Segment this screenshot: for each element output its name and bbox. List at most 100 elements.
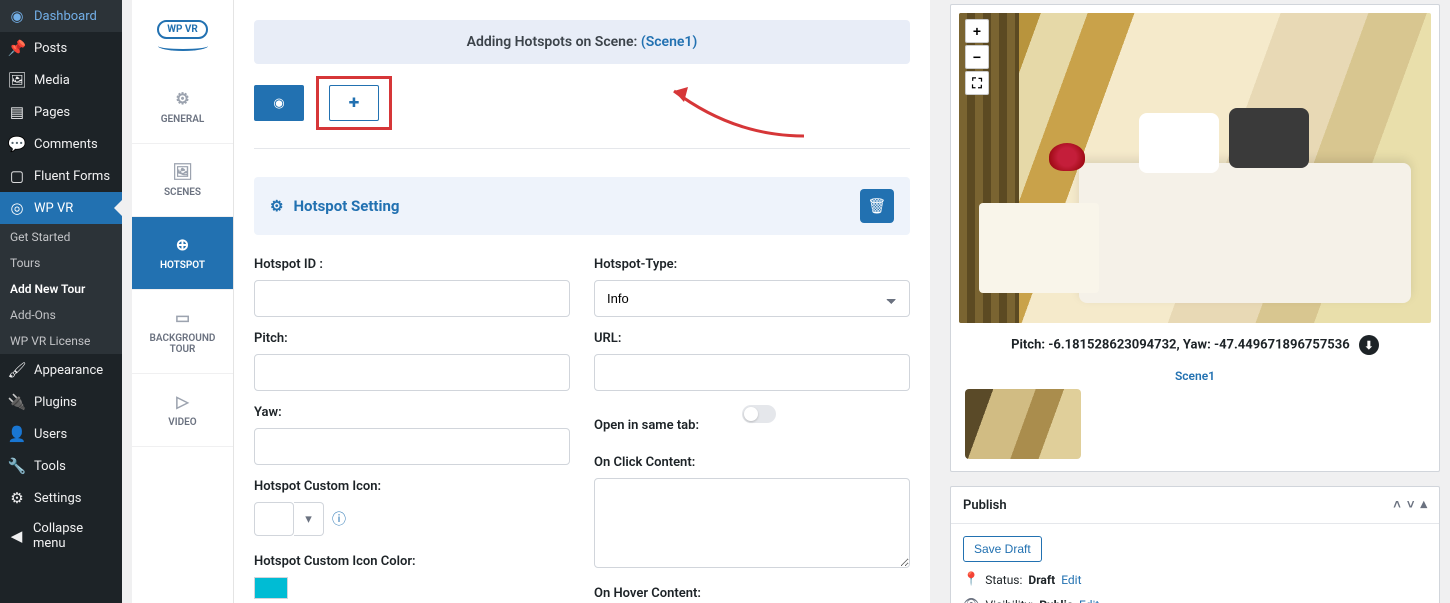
- download-coords-button[interactable]: ⬇: [1359, 335, 1379, 355]
- label-custom-icon: Hotspot Custom Icon:: [254, 479, 570, 494]
- annotation-arrow-icon: [654, 76, 814, 156]
- sidebar-label: WP VR: [34, 201, 73, 216]
- pitch-input[interactable]: [254, 354, 570, 391]
- collapse-icon: ◀: [8, 527, 25, 545]
- target-circle-icon: ◉: [273, 96, 284, 111]
- open-same-tab-toggle[interactable]: [742, 405, 776, 423]
- scene-thumbnail[interactable]: [965, 389, 1081, 459]
- target-icon: ⊕: [138, 235, 227, 254]
- sidebar-item-appearance[interactable]: 🖌Appearance: [0, 354, 122, 386]
- comment-icon: 💬: [8, 135, 26, 153]
- hotspot-setting-header: ⚙Hotspot Setting 🗑: [254, 177, 910, 235]
- plug-icon: 🔌: [8, 393, 26, 411]
- info-icon[interactable]: ⓘ: [332, 509, 346, 529]
- yaw-label: , Yaw:: [1177, 338, 1214, 353]
- sidebar-label: Fluent Forms: [34, 169, 110, 184]
- field-hotspot-id: Hotspot ID :: [254, 257, 570, 317]
- label-url: URL:: [594, 331, 910, 346]
- adding-hotspot-banner: Adding Hotspots on Scene: (Scene1): [254, 20, 910, 64]
- sidebar-item-users[interactable]: 👤Users: [0, 418, 122, 450]
- zoom-out-button[interactable]: −: [965, 45, 989, 69]
- tab-hotspot[interactable]: ⊕HOTSPOT: [132, 217, 233, 290]
- label-icon-color: Hotspot Custom Icon Color:: [254, 554, 570, 569]
- status-row: 📍 Status: Draft Edit: [963, 572, 1427, 587]
- sidebar-item-comments[interactable]: 💬Comments: [0, 128, 122, 160]
- caret-up-icon[interactable]: ▴: [1420, 497, 1427, 513]
- label-yaw: Yaw:: [254, 405, 570, 420]
- icon-picker-dropdown[interactable]: ▾: [294, 502, 324, 536]
- icon-picker-box[interactable]: [254, 502, 294, 536]
- sidebar-label: Collapse menu: [33, 521, 114, 551]
- sidebar-item-fluent-forms[interactable]: ▢Fluent Forms: [0, 160, 122, 192]
- submenu-license[interactable]: WP VR License: [0, 328, 122, 354]
- chevron-up-icon[interactable]: ˄: [1393, 497, 1401, 513]
- vertical-tabs: WP VR ⚙GENERAL 🖼SCENES ⊕HOTSPOT ▭ BACKGRO…: [132, 0, 234, 603]
- trash-icon: 🗑: [867, 198, 886, 215]
- visibility-edit-link[interactable]: Edit: [1079, 598, 1099, 603]
- nightstand-shape: [979, 203, 1099, 293]
- plus-icon: ✚: [349, 96, 360, 111]
- sidebar-item-tools[interactable]: 🔧Tools: [0, 450, 122, 482]
- on-click-textarea[interactable]: [594, 478, 910, 568]
- field-hotspot-type: Hotspot-Type: Info: [594, 257, 910, 317]
- submenu-tours[interactable]: Tours: [0, 250, 122, 276]
- zoom-in-button[interactable]: +: [965, 19, 989, 43]
- sidebar-item-plugins[interactable]: 🔌 Plugins: [0, 386, 122, 418]
- status-edit-link[interactable]: Edit: [1061, 573, 1081, 587]
- save-draft-button[interactable]: Save Draft: [963, 536, 1042, 562]
- add-hotspot-button[interactable]: ✚: [329, 85, 379, 121]
- sidebar-item-settings[interactable]: ⚙Settings: [0, 482, 122, 514]
- tab-label: VIDEO: [168, 417, 196, 428]
- right-sidebar: + − ⛶ Pitch: -6.181528623094732, Yaw: -4…: [940, 0, 1450, 603]
- field-open-same-tab: Open in same tab:: [594, 405, 910, 441]
- banner-scene-link[interactable]: (Scene1): [641, 34, 698, 50]
- pillow-shape: [1139, 113, 1219, 173]
- preview-controls: + − ⛶: [965, 19, 989, 95]
- video-icon: ▷: [138, 392, 227, 411]
- hotspot-tab-row: ◉ ✚: [254, 76, 910, 130]
- tab-background-tour[interactable]: ▭ BACKGROUND TOUR: [132, 290, 233, 374]
- tab-label: BACKGROUND TOUR: [150, 333, 216, 355]
- sidebar-label: Plugins: [34, 395, 77, 410]
- pin-icon: 📌: [8, 39, 26, 57]
- sidebar-item-media[interactable]: 🖼Media: [0, 64, 122, 96]
- color-swatch[interactable]: [254, 577, 288, 599]
- preview-panorama[interactable]: + − ⛶: [959, 13, 1431, 323]
- publish-body: Save Draft 📍 Status: Draft Edit 👁 Visibi…: [951, 524, 1439, 603]
- preview-box: + − ⛶ Pitch: -6.181528623094732, Yaw: -4…: [950, 4, 1440, 472]
- tab-label: GENERAL: [161, 114, 205, 125]
- submenu-get-started[interactable]: Get Started: [0, 224, 122, 250]
- sidebar-item-posts[interactable]: 📌Posts: [0, 32, 122, 64]
- pillow-dark-shape: [1229, 108, 1309, 168]
- pitch-value: -6.181528623094732: [1048, 338, 1176, 353]
- fullscreen-button[interactable]: ⛶: [965, 71, 989, 95]
- visibility-row: 👁 Visibility: Public Edit: [963, 597, 1427, 603]
- sidebar-item-wp-vr[interactable]: ◎ WP VR: [0, 192, 122, 224]
- label-open-same-tab: Open in same tab:: [594, 418, 699, 433]
- vr-icon: ◎: [8, 199, 26, 217]
- tab-scenes[interactable]: 🖼SCENES: [132, 144, 233, 217]
- publish-title: Publish: [963, 498, 1007, 513]
- submenu-addons[interactable]: Add-Ons: [0, 302, 122, 328]
- field-on-hover: On Hover Content:: [594, 586, 910, 603]
- hotspot-type-select[interactable]: Info: [594, 280, 910, 317]
- hotspot-tab-active[interactable]: ◉: [254, 85, 304, 121]
- tab-general[interactable]: ⚙GENERAL: [132, 71, 233, 144]
- tab-video[interactable]: ▷ VIDEO: [132, 374, 233, 447]
- url-input[interactable]: [594, 354, 910, 391]
- annotation-highlight: ✚: [316, 76, 392, 130]
- chevron-down-icon[interactable]: ˅: [1407, 497, 1415, 513]
- hotspot-id-input[interactable]: [254, 280, 570, 317]
- scene-thumbnail-label[interactable]: Scene1: [959, 369, 1431, 383]
- device-icon: ▭: [138, 308, 227, 327]
- sidebar-item-dashboard[interactable]: ◉Dashboard: [0, 0, 122, 32]
- submenu-add-new-tour[interactable]: Add New Tour: [0, 276, 122, 302]
- label-on-hover: On Hover Content:: [594, 586, 910, 601]
- sidebar-item-pages[interactable]: ▤Pages: [0, 96, 122, 128]
- sidebar-label: Appearance: [34, 363, 103, 378]
- sidebar-item-collapse[interactable]: ◀ Collapse menu: [0, 514, 122, 558]
- yaw-input[interactable]: [254, 428, 570, 465]
- tab-label: SCENES: [164, 187, 201, 198]
- delete-hotspot-button[interactable]: 🗑: [860, 189, 894, 223]
- plugin-logo: WP VR: [147, 0, 218, 71]
